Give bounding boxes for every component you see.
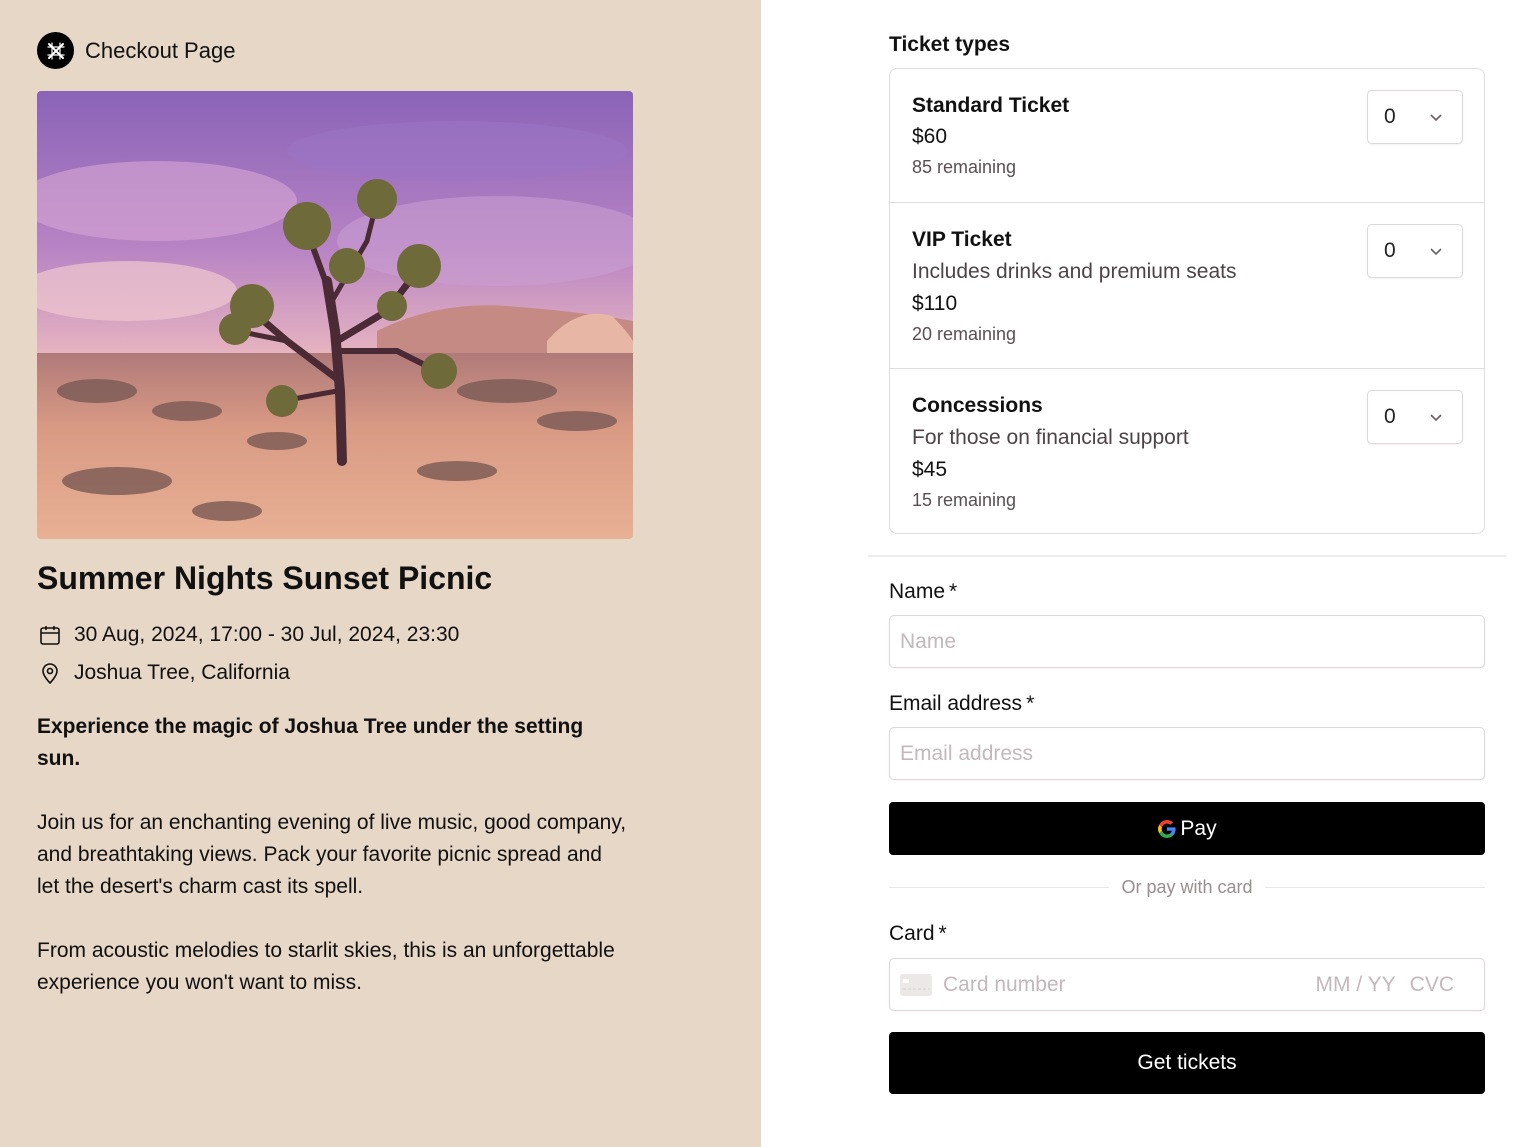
ticket-item-concessions: Concessions For those on financial suppo… xyxy=(890,369,1484,533)
quantity-select-concessions[interactable]: 0 xyxy=(1367,390,1463,444)
card-expiry-placeholder[interactable]: MM / YY xyxy=(1316,973,1396,997)
google-g-icon xyxy=(1158,819,1177,838)
google-pay-label: Pay xyxy=(1180,816,1217,840)
get-tickets-button[interactable]: Get tickets xyxy=(889,1032,1485,1094)
event-panel: Checkout Page Summer Nights Sunset Picni… xyxy=(0,0,761,1147)
payment-divider: Or pay with card xyxy=(889,874,1486,900)
checkout-panel: Ticket types Standard Ticket $60 85 rema… xyxy=(761,0,1536,1147)
asterisk-cross-icon xyxy=(37,32,74,69)
event-image xyxy=(37,91,633,539)
event-location: Joshua Tree, California xyxy=(37,660,290,686)
divider-line xyxy=(1264,886,1486,888)
ticket-types-heading: Ticket types xyxy=(889,33,1011,56)
ticket-remaining: 85 remaining xyxy=(912,157,1017,177)
chevron-down-icon xyxy=(1430,114,1442,122)
brand: Checkout Page xyxy=(37,32,235,69)
quantity-value: 0 xyxy=(1384,239,1396,262)
ticket-item-vip: VIP Ticket Includes drinks and premium s… xyxy=(890,203,1484,369)
ticket-price: $45 xyxy=(912,458,948,481)
required-mark: * xyxy=(1026,692,1035,715)
required-mark: * xyxy=(938,922,947,945)
calendar-icon xyxy=(37,622,63,648)
required-mark: * xyxy=(949,580,958,603)
chevron-down-icon xyxy=(1430,414,1442,422)
map-pin-icon xyxy=(37,660,63,686)
quantity-select-vip[interactable]: 0 xyxy=(1367,224,1463,278)
card-input[interactable]: Card number MM / YY CVC xyxy=(889,958,1485,1011)
ticket-price: $110 xyxy=(912,292,958,315)
quantity-value: 0 xyxy=(1384,405,1396,428)
name-label: Name * xyxy=(889,580,957,604)
divider-text: Or pay with card xyxy=(1121,876,1253,897)
credit-card-icon xyxy=(900,973,932,996)
ticket-list: Standard Ticket $60 85 remaining 0 VIP T… xyxy=(889,68,1485,534)
description-paragraph: From acoustic melodies to starlit skies,… xyxy=(37,939,615,994)
event-title: Summer Nights Sunset Picnic xyxy=(37,560,493,596)
description-lead: Experience the magic of Joshua Tree unde… xyxy=(37,715,584,770)
ticket-item-standard: Standard Ticket $60 85 remaining 0 xyxy=(890,69,1484,203)
section-divider xyxy=(868,555,1506,557)
email-input[interactable] xyxy=(889,727,1485,780)
email-label: Email address * xyxy=(889,692,1034,716)
name-input[interactable] xyxy=(889,615,1485,668)
event-date-text: 30 Aug, 2024, 17:00 - 30 Jul, 2024, 23:3… xyxy=(74,623,460,646)
chevron-down-icon xyxy=(1430,248,1442,256)
card-label-text: Card xyxy=(889,922,935,945)
email-label-text: Email address xyxy=(889,692,1023,715)
google-pay-button[interactable]: Pay xyxy=(889,802,1485,855)
event-location-text: Joshua Tree, California xyxy=(74,661,290,684)
description-paragraph: Join us for an enchanting evening of liv… xyxy=(37,811,627,898)
ticket-remaining: 20 remaining xyxy=(912,324,1017,344)
card-cvc-placeholder[interactable]: CVC xyxy=(1410,973,1454,997)
event-date: 30 Aug, 2024, 17:00 - 30 Jul, 2024, 23:3… xyxy=(37,622,459,648)
name-label-text: Name xyxy=(889,580,946,603)
card-number-placeholder[interactable]: Card number xyxy=(943,973,1316,997)
divider-line xyxy=(889,886,1110,888)
quantity-select-standard[interactable]: 0 xyxy=(1367,90,1463,144)
quantity-value: 0 xyxy=(1384,105,1396,128)
event-description: Experience the magic of Joshua Tree unde… xyxy=(37,711,627,1031)
brand-name: Checkout Page xyxy=(85,37,236,63)
ticket-remaining: 15 remaining xyxy=(912,490,1017,510)
card-label: Card * xyxy=(889,922,947,946)
